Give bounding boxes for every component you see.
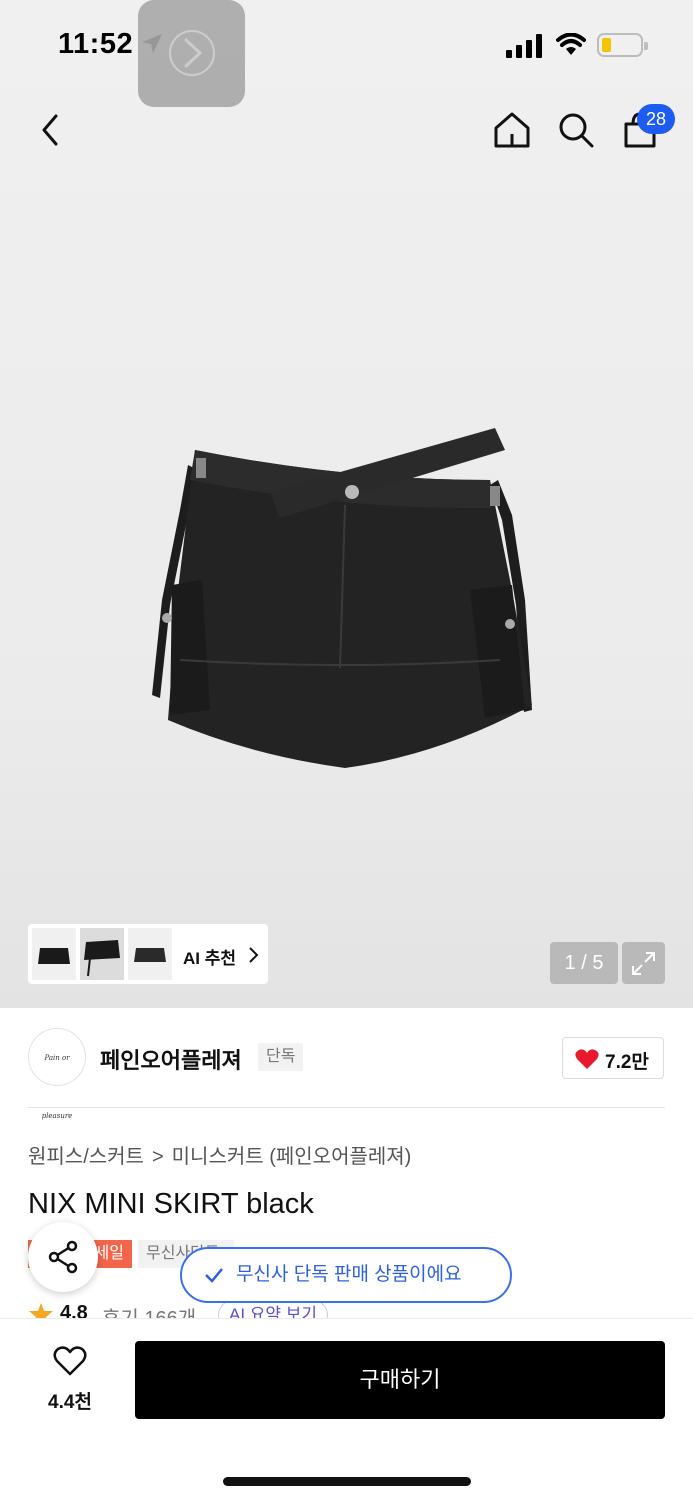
expand-icon (632, 952, 655, 975)
heart-outline-icon (53, 1346, 87, 1376)
store-like-button[interactable]: 7.2만 (562, 1037, 664, 1079)
product-title: NIX MINI SKIRT black (28, 1188, 314, 1220)
product-photo (152, 428, 532, 768)
store-logo[interactable]: Pain or pleasure (28, 1028, 86, 1120)
chevron-right-icon (249, 947, 259, 963)
search-icon[interactable] (556, 110, 596, 150)
image-counter: 1 / 5 (550, 942, 618, 984)
breadcrumb-subcategory[interactable]: 미니스커트 (페인오어플레져) (172, 1146, 412, 1168)
home-indicator[interactable] (223, 1477, 471, 1486)
wishlist-count: 4.4천 (48, 1392, 92, 1413)
rating-row[interactable]: 4.8 후기 166개 AI 요약 보기 (28, 1300, 428, 1320)
thumbnail-1[interactable] (32, 928, 76, 980)
wifi-icon (556, 33, 586, 55)
thumbnail-2[interactable] (80, 928, 124, 980)
back-to-app-button[interactable] (138, 0, 245, 107)
ai-recommend-label: AI 추천 (183, 949, 237, 968)
battery-icon (597, 33, 648, 57)
heart-filled-icon (575, 1049, 599, 1069)
ai-summary-badge[interactable]: AI 요약 보기 (218, 1300, 329, 1320)
bottom-action-bar: 4.4천 구매하기 (0, 1318, 693, 1500)
share-icon (48, 1240, 78, 1274)
status-bar: 11:52 (0, 0, 693, 107)
wishlist-button[interactable]: 4.4천 (30, 1345, 110, 1415)
home-icon[interactable] (492, 110, 532, 150)
status-time: 11:52 (58, 28, 134, 60)
cellular-signal-icon (506, 34, 542, 58)
toast-message: 무신사 단독 판매 상품이에요 (236, 1264, 462, 1285)
back-arrow-icon[interactable] (34, 110, 70, 150)
product-image-gallery[interactable] (0, 0, 693, 1008)
expand-image-button[interactable] (622, 942, 665, 984)
exclusive-tag: 단독 (258, 1043, 304, 1071)
thumbnail-3[interactable] (128, 928, 172, 980)
check-icon (205, 1268, 223, 1283)
store-like-count: 7.2만 (605, 1052, 649, 1073)
breadcrumb: 원피스/스커트 > 미니스커트 (페인오어플레져) (28, 1140, 411, 1169)
cart-count-badge: 28 (637, 104, 675, 134)
breadcrumb-category[interactable]: 원피스/스커트 (28, 1146, 144, 1168)
ai-recommend-strip[interactable]: AI 추천 (28, 924, 268, 984)
store-name[interactable]: 페인오어플레져 (100, 1043, 242, 1075)
chevron-right-icon (169, 30, 215, 76)
buy-button[interactable]: 구매하기 (135, 1341, 665, 1419)
breadcrumb-separator: > (151, 1146, 164, 1168)
divider (28, 1107, 665, 1108)
share-button[interactable] (28, 1222, 98, 1292)
exclusive-toast: 무신사 단독 판매 상품이에요 (180, 1247, 512, 1303)
